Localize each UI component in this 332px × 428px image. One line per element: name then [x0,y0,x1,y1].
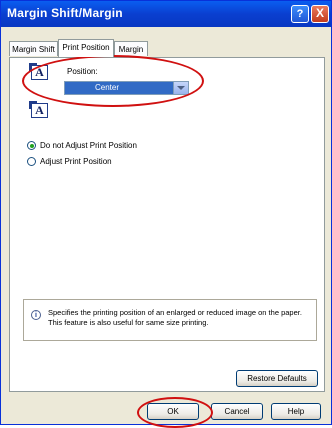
position-select[interactable]: Center [64,81,189,95]
help-title-button[interactable]: ? [291,5,309,23]
title-bar[interactable]: Margin Shift/Margin ? X [1,1,331,27]
position-label: Position: [67,67,98,76]
ok-button[interactable]: OK [147,403,199,420]
chevron-down-icon[interactable] [173,82,188,94]
window-title: Margin Shift/Margin [7,6,123,20]
restore-defaults-button[interactable]: Restore Defaults [236,370,318,387]
radio-label: Do not Adjust Print Position [40,141,137,150]
close-title-button[interactable]: X [311,5,329,23]
help-button[interactable]: Help [271,403,321,420]
info-icon: i [31,310,41,320]
radio-button[interactable] [27,157,36,166]
tab-margin-shift[interactable]: Margin Shift [9,41,58,56]
info-box: i Specifies the printing position of an … [23,299,317,341]
document-position-center-icon: A [29,101,48,118]
tab-panel [9,57,325,392]
tab-print-position[interactable]: Print Position [58,39,114,57]
document-position-top-icon: A [29,63,48,80]
radio-button-checked[interactable] [27,141,36,150]
dialog-window: Margin Shift/Margin ? X Margin Shift Pri… [0,0,332,428]
position-select-value: Center [95,83,120,92]
tab-margin[interactable]: Margin [114,41,148,56]
info-text: Specifies the printing position of an en… [48,308,302,327]
radio-label: Adjust Print Position [40,157,112,166]
cancel-button[interactable]: Cancel [211,403,263,420]
